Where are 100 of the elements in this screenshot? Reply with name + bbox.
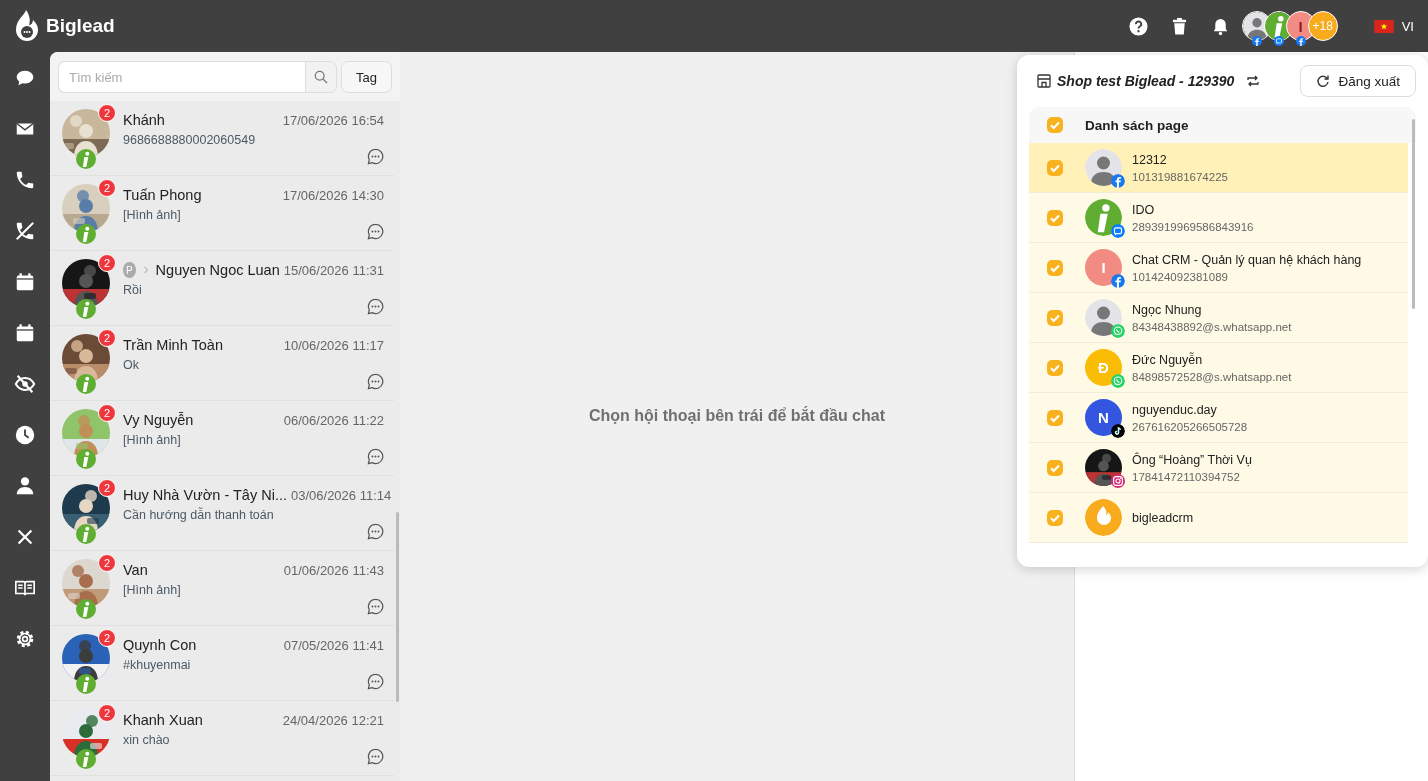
chat-icon[interactable] [367,598,384,615]
app-logo-icon [76,449,96,469]
app-logo-icon [76,149,96,169]
unread-count: 2 [98,104,116,122]
whatsapp-icon [1111,324,1125,338]
unread-count: 2 [98,179,116,197]
app-logo-icon [76,674,96,694]
conversation-item[interactable]: 2 Huy Nhà Vườn - Tây Ni... 03/06/2026 11:14 Cần hướng dẫn thanh toán [50,476,394,551]
page-item[interactable]: 12312 101319881674225 [1029,143,1408,193]
message-time: 10/06/2026 11:17 [283,337,384,353]
contact-name: Quynh Con [123,637,197,653]
language-label[interactable]: VI [1401,18,1414,34]
flag-icon[interactable] [1373,19,1394,33]
chat-icon[interactable] [367,523,384,540]
conversation-item[interactable]: 2 Khanh Xuan 24/04/2026 12:21 xin chào [50,701,394,776]
page-name: Đức Nguyễn [1132,352,1204,367]
chat-bubble-icon [1273,36,1284,46]
swap-icon[interactable] [1246,74,1261,88]
checkbox[interactable] [1047,159,1063,176]
chat-icon[interactable] [367,748,384,765]
refresh-icon [1316,74,1331,88]
clock-icon[interactable] [14,424,36,446]
music-note-icon [1111,424,1125,438]
page-item[interactable]: Đ Đức Nguyễn 84898572528@s.whatsapp.net [1029,343,1408,393]
page-id: 101424092381089 [1132,270,1229,283]
search-field[interactable]: Tìm kiếm [58,61,306,93]
phone-icon[interactable] [14,169,36,191]
page-item[interactable]: Ông “Hoàng” Thời Vụ 17841472110394752 [1029,443,1408,493]
phone-off-icon[interactable] [14,220,36,242]
page-id: 84348438892@s.whatsapp.net [1132,320,1292,333]
logout-button[interactable]: Đăng xuất [1300,65,1416,97]
tag-button[interactable]: Tag [341,61,392,93]
contact-name: Trần Minh Toàn [123,337,223,353]
contact-name: Huy Nhà Vườn - Tây Ni... [123,487,287,503]
page-name: Ông “Hoàng” Thời Vụ [1132,452,1252,467]
page-item[interactable]: bigleadcrm [1029,493,1408,543]
checkbox[interactable] [1047,459,1063,476]
conversation-item[interactable]: 2 Trần Minh Toàn 10/06/2026 11:17 Ok [50,326,394,401]
app-logo-icon [1085,199,1122,236]
page-name: bigleadcrm [1132,510,1194,525]
page-name: nguyenduc.day [1132,402,1218,417]
page-id: 17841472110394752 [1132,470,1241,483]
search-button[interactable] [305,61,338,93]
page-item[interactable]: IDO 2893919969586843916 [1029,193,1408,243]
list-title: Danh sách page [1085,117,1189,133]
calendar-icon[interactable] [14,322,36,344]
checkbox[interactable] [1047,359,1063,376]
checkbox[interactable] [1047,209,1063,226]
avatar-initial: I [1085,249,1122,286]
page-item[interactable]: N nguyenduc.day 267616205266505728 [1029,393,1408,443]
unread-count: 2 [98,629,116,647]
checkbox[interactable] [1047,259,1063,276]
settings-icon[interactable] [14,628,36,650]
contact-name: Khanh Xuan [123,712,203,728]
chat-icon[interactable] [367,298,384,315]
facebook-icon [1251,36,1262,46]
contact-name: Nguyen Ngoc Luan [155,262,280,278]
person-icon[interactable] [14,475,36,497]
message-preview: 9686688880002060549 [123,133,257,147]
chat-icon[interactable] [367,223,384,240]
conversation-item[interactable]: 2 P Nguyen Ngoc Luan 15/06/2026 11:31 Rồi [50,251,394,326]
shop-name: Shop test Biglead - 129390 [1057,73,1235,89]
page-tag: P [123,262,136,278]
page-name: 12312 [1132,152,1168,167]
page-item[interactable]: Ngọc Nhung 84348438892@s.whatsapp.net [1029,293,1408,343]
app-logo-icon [76,749,96,769]
conversation-item[interactable]: 2 Khánh 17/06/2026 16:54 9686688880002060549 [50,101,394,176]
message-time: 15/06/2026 11:31 [283,262,384,278]
message-time: 24/04/2026 12:21 [282,712,384,728]
conversation-item[interactable]: 2 Quynh Con 07/05/2026 11:41 #khuyenmai [50,626,394,701]
avatar-icon [1085,149,1122,186]
chat-icon[interactable] [367,148,384,165]
checkbox[interactable] [1047,117,1063,133]
message-preview: Cần hướng dẫn thanh toán [123,508,275,522]
empty-state-text: Chọn hội thoại bên trái để bắt đầu chat [589,406,885,425]
checkbox[interactable] [1047,409,1063,426]
facebook-icon [1111,274,1125,288]
page-id: 267616205266505728 [1132,420,1248,433]
checkbox[interactable] [1047,509,1063,526]
page-name: Ngọc Nhung [1132,302,1203,317]
chat-icon[interactable] [367,673,384,690]
instagram-icon [1111,474,1125,488]
shop-icon [1037,74,1051,88]
message-preview: [Hình ảnh] [123,583,182,597]
conversation-item[interactable]: 2 Vy Nguyễn 06/06/2026 11:22 [Hình ảnh] [50,401,394,476]
calendar-icon[interactable] [14,271,36,293]
unread-count: 2 [98,704,116,722]
conversation-item[interactable]: 2 Tuấn Phong 17/06/2026 14:30 [Hình ảnh] [50,176,394,251]
chat-icon[interactable] [367,448,384,465]
checkbox[interactable] [1047,309,1063,326]
avatar-icon [1085,299,1122,336]
brand-logo-icon[interactable] [14,9,40,43]
eye-off-icon[interactable] [14,373,36,395]
help-icon[interactable] [1128,16,1148,36]
contact-name: Vy Nguyễn [123,412,194,428]
message-preview: Ok [123,358,140,372]
chat-icon[interactable] [367,373,384,390]
search-icon [314,70,329,84]
conversation-item[interactable]: 2 Van 01/06/2026 11:43 [Hình ảnh] [50,551,394,626]
page-item[interactable]: I Chat CRM - Quản lý quan hệ khách hàng 101424092381089 [1029,243,1408,293]
